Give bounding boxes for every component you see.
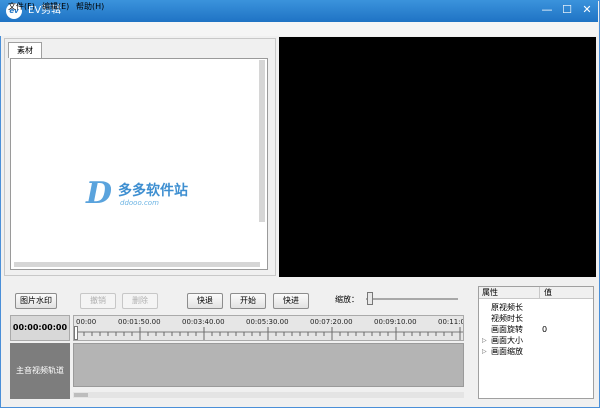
tab-materials[interactable]: 素材	[8, 42, 42, 58]
timeline-ruler[interactable]: 00:00 00:01:50.00 00:03:40.00 00:05:30.0…	[73, 315, 464, 341]
expand-triangle-icon[interactable]: ▷	[482, 346, 487, 357]
materials-horizontal-scrollbar[interactable]	[14, 262, 260, 267]
zoom-label: 缩放：	[335, 295, 359, 304]
watermark-url: ddooo.com	[120, 199, 159, 207]
ruler-tick-label: 00:05:30.00	[246, 318, 289, 326]
menu-bar	[0, 22, 598, 36]
maximize-icon[interactable]: ☐	[558, 2, 576, 18]
ruler-tick-label: 00:00	[76, 318, 97, 326]
menu-help[interactable]: 帮助(H)	[76, 1, 104, 13]
image-watermark-button[interactable]: 图片水印	[15, 293, 57, 309]
materials-vertical-scrollbar[interactable]	[259, 60, 265, 222]
ruler-tick-label: 00:11:00	[438, 318, 463, 326]
ruler-tick-label: 00:03:40.00	[182, 318, 225, 326]
property-row[interactable]: 原视频长	[479, 302, 593, 313]
expand-triangle-icon[interactable]: ▷	[482, 335, 487, 346]
property-name: 画面旋转	[491, 325, 523, 334]
ruler-tick-label: 00:07:20.00	[310, 318, 353, 326]
properties-header-divider	[539, 287, 540, 299]
current-time-display: 00:00:00:00	[10, 315, 70, 341]
playhead-handle[interactable]	[74, 326, 78, 340]
zoom-slider-track[interactable]	[366, 298, 458, 300]
ruler-tick-marks	[75, 327, 461, 340]
properties-header-value: 值	[544, 288, 552, 297]
property-name: 视频时长	[491, 314, 523, 323]
property-name: 画面大小	[491, 336, 523, 345]
property-name: 画面缩放	[491, 347, 523, 356]
main-track-area[interactable]	[73, 343, 464, 387]
ruler-tick-label: 00:09:10.00	[374, 318, 417, 326]
property-row[interactable]: 画面旋转 0	[479, 324, 593, 335]
property-row[interactable]: ▷ 画面大小	[479, 335, 593, 346]
watermark-text: 多多软件站	[118, 183, 188, 199]
rewind-button[interactable]: 快退	[187, 293, 223, 309]
zoom-slider-handle[interactable]	[367, 292, 373, 305]
close-icon[interactable]: ✕	[578, 2, 596, 18]
ruler-tick-label: 00:01:50.00	[118, 318, 161, 326]
materials-list[interactable]	[10, 58, 268, 270]
delete-button[interactable]: 删除	[122, 293, 158, 309]
undo-button[interactable]: 撤销	[80, 293, 116, 309]
watermark-logo: D	[86, 176, 113, 211]
menu-file[interactable]: 文件(F)	[8, 1, 35, 13]
property-value: 0	[542, 325, 548, 334]
minimize-icon[interactable]: —	[538, 2, 556, 18]
properties-header-name: 属性	[482, 288, 498, 297]
property-name: 原视频长	[491, 303, 523, 312]
menu-edit[interactable]: 编辑(E)	[42, 1, 69, 13]
property-row[interactable]: 视频时长	[479, 313, 593, 324]
timeline-scrollbar[interactable]	[73, 392, 464, 398]
start-button[interactable]: 开始	[230, 293, 266, 309]
timeline-scrollbar-thumb[interactable]	[74, 393, 88, 397]
forward-button[interactable]: 快进	[273, 293, 309, 309]
main-track-label: 主音视频轨道	[10, 343, 70, 399]
video-preview[interactable]	[279, 37, 596, 277]
property-row[interactable]: ▷ 画面缩放	[479, 346, 593, 357]
